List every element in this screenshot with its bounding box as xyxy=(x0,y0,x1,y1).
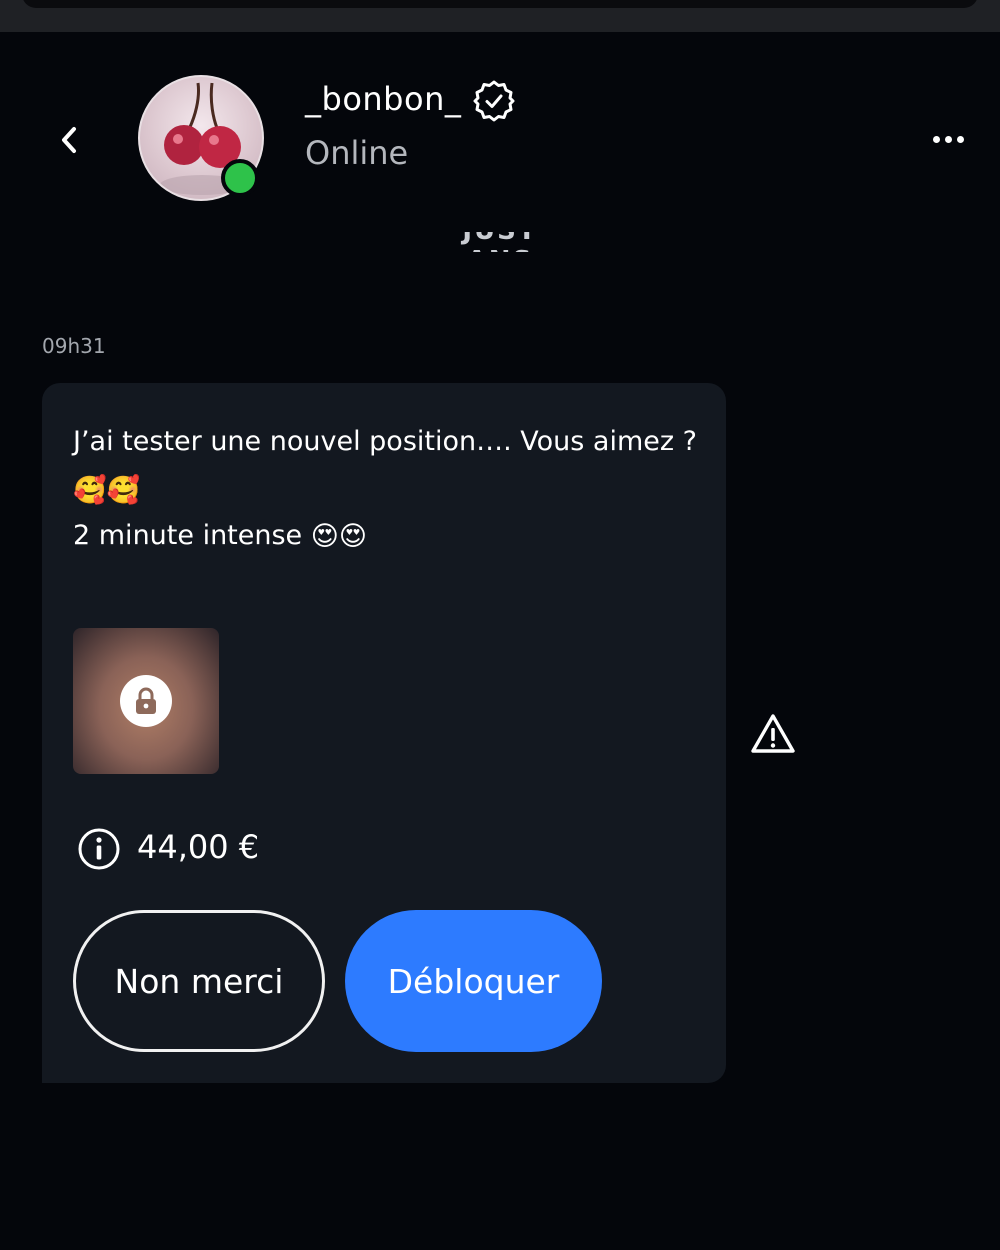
more-horizontal-icon xyxy=(932,135,940,143)
message-text-line-3: 2 minute intense 😍😍 xyxy=(73,520,368,552)
message-timestamp: 09h31 xyxy=(42,334,106,358)
date-separator: JUST ANS xyxy=(430,232,570,252)
warning-triangle-icon[interactable] xyxy=(749,710,797,758)
lock-icon xyxy=(136,687,156,714)
unlock-button[interactable]: Débloquer xyxy=(345,910,602,1052)
message-text-line-1: J’ai tester une nouvel position…. Vous a… xyxy=(73,426,697,457)
chevron-left-icon xyxy=(62,127,76,153)
unlock-price: 44,00 € xyxy=(137,828,260,866)
online-indicator xyxy=(221,159,259,197)
top-search-pill xyxy=(22,0,978,8)
verified-badge-icon xyxy=(473,80,515,122)
message-emoji-line: 🥰🥰 xyxy=(73,473,140,506)
username[interactable]: _bonbon_ xyxy=(305,80,461,118)
online-status: Online xyxy=(305,134,409,172)
heart-eyes-emoji: 😍😍 xyxy=(310,521,368,552)
locked-media-thumbnail[interactable] xyxy=(73,628,219,774)
decline-button[interactable]: Non merci xyxy=(73,910,325,1052)
lock-badge xyxy=(120,675,172,727)
back-button[interactable] xyxy=(50,120,90,160)
more-options-button[interactable] xyxy=(926,124,970,154)
top-bar xyxy=(0,0,1000,32)
smiling-hearts-emoji: 🥰🥰 xyxy=(73,474,141,506)
info-icon[interactable] xyxy=(77,827,121,871)
